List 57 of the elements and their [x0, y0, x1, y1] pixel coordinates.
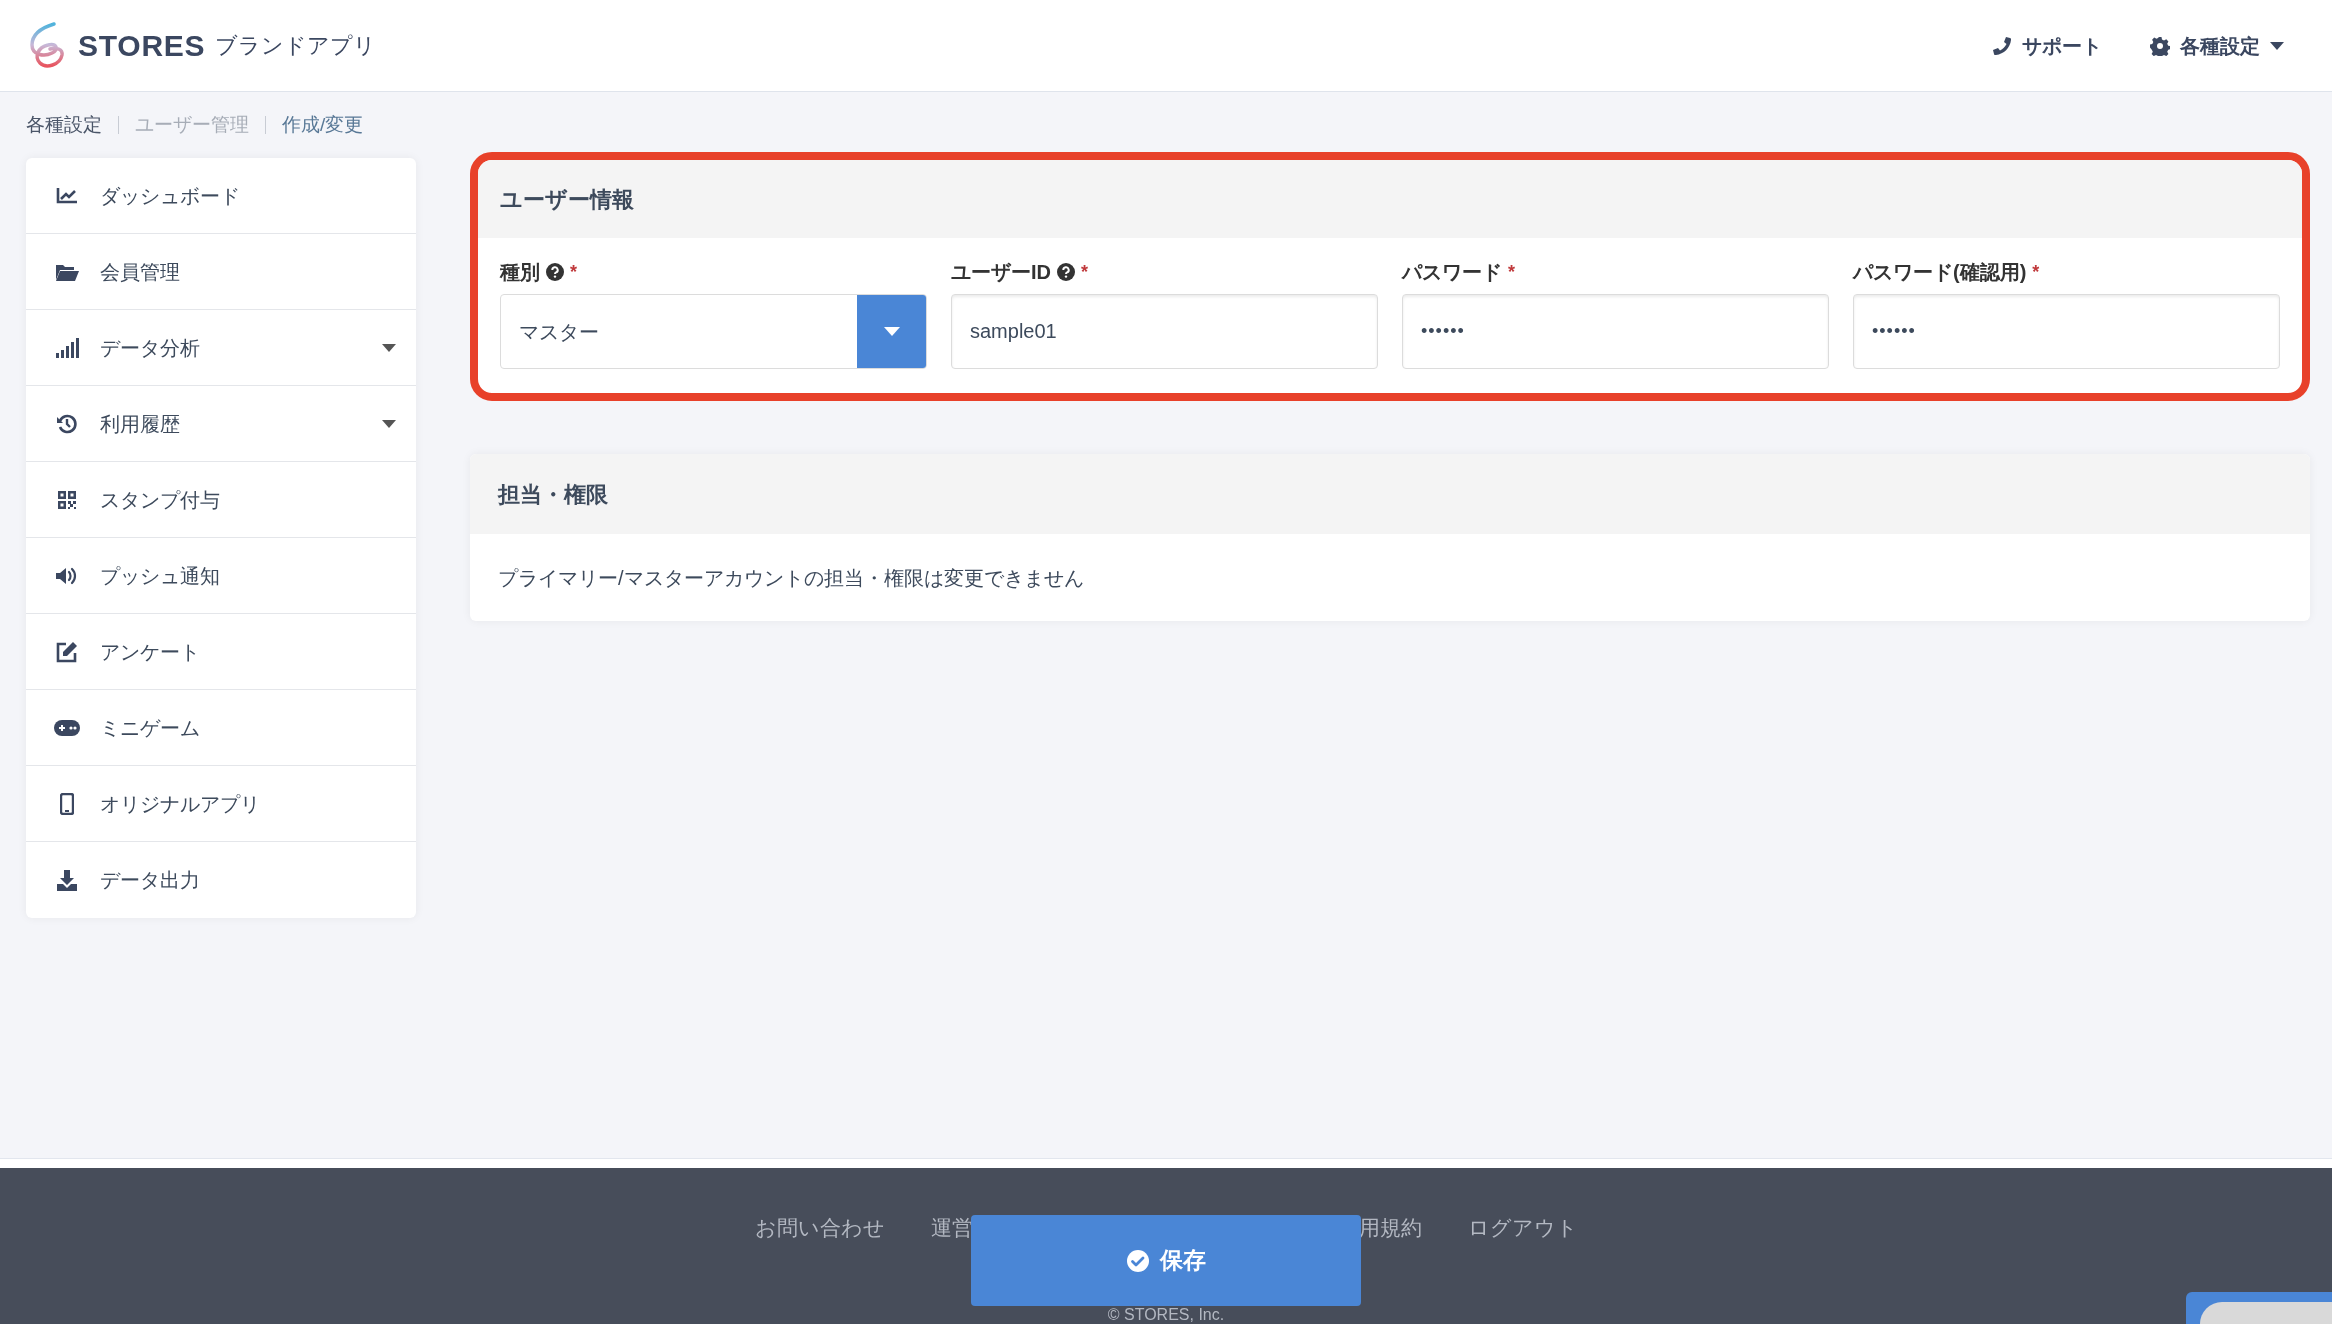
- required-mark: *: [570, 260, 577, 284]
- breadcrumb-link[interactable]: 各種設定: [26, 110, 102, 140]
- edit-icon: [56, 640, 78, 663]
- phone-icon: [1992, 35, 2012, 56]
- footer-link[interactable]: 用規約: [1358, 1213, 1422, 1243]
- caret-icon: [382, 343, 396, 352]
- sidebar-item[interactable]: スタンプ付与: [26, 462, 416, 538]
- app-name: ブランドアプリ: [215, 32, 377, 60]
- field-label: ユーザーID: [951, 260, 1051, 285]
- card-title: ユーザー情報: [500, 185, 634, 214]
- card-title: 担当・権限: [498, 480, 608, 509]
- required-mark: *: [1081, 260, 1088, 284]
- password-field[interactable]: ••••••: [1853, 294, 2280, 369]
- copyright: © STORES, Inc.: [1107, 1306, 1225, 1324]
- field-label: パスワード: [1402, 260, 1502, 285]
- sidebar-item[interactable]: データ出力: [26, 842, 416, 918]
- sidebar-item[interactable]: 会員管理: [26, 234, 416, 310]
- caret-icon: [2270, 41, 2284, 50]
- settings-icon: [2150, 35, 2170, 56]
- download-icon: [56, 869, 78, 891]
- sidebar-item[interactable]: 利用履歴: [26, 386, 416, 462]
- footer-link[interactable]: 運営: [930, 1213, 973, 1243]
- footer-link[interactable]: お問い合わせ: [754, 1213, 885, 1243]
- sidebar-item[interactable]: ダッシュボード: [26, 158, 416, 234]
- required-mark: *: [1508, 260, 1515, 284]
- help-icon[interactable]: [1057, 263, 1075, 281]
- speaker-icon: [55, 565, 79, 586]
- chart-icon: [56, 186, 78, 205]
- save-button[interactable]: 保存: [971, 1215, 1361, 1306]
- caret-icon: [883, 327, 900, 336]
- caret-icon: [382, 419, 396, 428]
- smartphone-icon: [60, 792, 74, 815]
- chat-widget[interactable]: [2186, 1292, 2332, 1324]
- breadcrumb-link[interactable]: 作成/変更: [282, 110, 364, 140]
- help-icon[interactable]: [546, 263, 564, 281]
- field-label: 種別: [500, 260, 540, 285]
- permissions-message: プライマリー/マスターアカウントの担当・権限は変更できません: [498, 565, 1084, 591]
- gamepad-icon: [54, 719, 80, 736]
- sidebar-item[interactable]: ミニゲーム: [26, 690, 416, 766]
- brand-name: STORES: [78, 28, 206, 64]
- required-mark: *: [2032, 260, 2040, 284]
- support-link[interactable]: サポート: [1992, 30, 2102, 61]
- sidebar-item[interactable]: アンケート: [26, 614, 416, 690]
- select-field[interactable]: マスター: [500, 294, 927, 369]
- field-label: パスワード(確認用): [1853, 260, 2027, 285]
- check-circle-icon: [1126, 1248, 1150, 1273]
- sidebar-item[interactable]: オリジナルアプリ: [26, 766, 416, 842]
- settings-menu[interactable]: 各種設定: [2150, 30, 2284, 61]
- sidebar-item[interactable]: データ分析: [26, 310, 416, 386]
- folder-icon: [55, 262, 79, 281]
- signal-icon: [55, 337, 79, 358]
- footer-link[interactable]: ログアウト: [1467, 1213, 1578, 1243]
- password-field[interactable]: ••••••: [1402, 294, 1829, 369]
- history-icon: [56, 412, 78, 435]
- input-field[interactable]: sample01: [951, 294, 1378, 369]
- qr-code-icon: [57, 489, 77, 510]
- sidebar-item[interactable]: プッシュ通知: [26, 538, 416, 614]
